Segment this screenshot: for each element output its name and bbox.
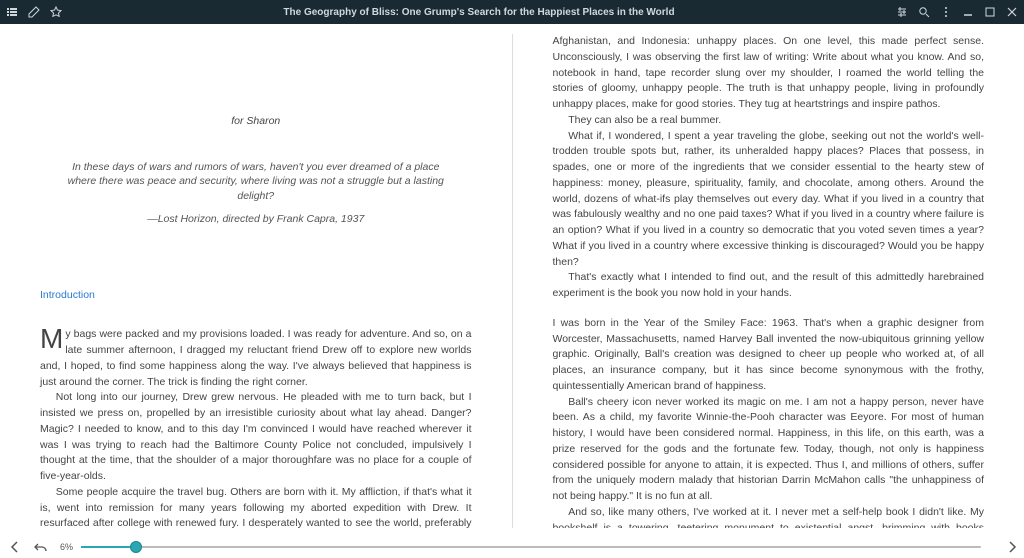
next-page-icon[interactable] (1005, 540, 1019, 554)
body-paragraph: Not long into our journey, Drew grew ner… (40, 390, 472, 485)
body-paragraph: My bags were packed and my provisions lo… (40, 327, 472, 390)
footer-bar: 6% (0, 536, 1024, 558)
star-icon[interactable] (50, 6, 62, 18)
chapter-title: Introduction (40, 288, 472, 304)
left-page[interactable]: for Sharon In these days of wars and rum… (0, 34, 513, 528)
window-title: The Geography of Bliss: One Grump's Sear… (72, 7, 886, 18)
search-icon[interactable] (918, 6, 930, 18)
minimize-icon[interactable] (962, 6, 974, 18)
reading-area: for Sharon In these days of wars and rum… (0, 24, 1024, 536)
prev-page-icon[interactable] (8, 540, 22, 554)
undo-icon[interactable] (34, 540, 48, 554)
body-paragraph: They can also be a real bummer. (553, 113, 985, 129)
edit-icon[interactable] (28, 6, 40, 18)
epigraph-source: —Lost Horizon, directed by Frank Capra, … (40, 212, 472, 228)
body-paragraph: And so, like many others, I've worked at… (553, 505, 985, 528)
progress-slider[interactable] (81, 541, 981, 553)
body-paragraph: Afghanistan, and Indonesia: unhappy plac… (553, 34, 985, 113)
right-page[interactable]: Afghanistan, and Indonesia: unhappy plac… (513, 34, 1024, 528)
body-paragraph: What if, I wondered, I spent a year trav… (553, 129, 985, 271)
progress-fill (81, 546, 135, 548)
epigraph-quote: In these days of wars and rumors of wars… (60, 160, 452, 204)
body-paragraph: Some people acquire the travel bug. Othe… (40, 485, 472, 528)
toc-icon[interactable] (6, 6, 18, 18)
body-paragraph: I was born in the Year of the Smiley Fac… (553, 316, 985, 395)
body-paragraph: Ball's cheery icon never worked its magi… (553, 395, 985, 505)
progress-thumb[interactable] (130, 541, 142, 553)
adjust-icon[interactable] (896, 6, 908, 18)
maximize-icon[interactable] (984, 6, 996, 18)
progress-label: 6% (60, 542, 73, 552)
body-paragraph: That's exactly what I intended to find o… (553, 270, 985, 302)
menu-icon[interactable] (940, 6, 952, 18)
close-icon[interactable] (1006, 6, 1018, 18)
titlebar: The Geography of Bliss: One Grump's Sear… (0, 0, 1024, 24)
dedication: for Sharon (40, 114, 472, 130)
